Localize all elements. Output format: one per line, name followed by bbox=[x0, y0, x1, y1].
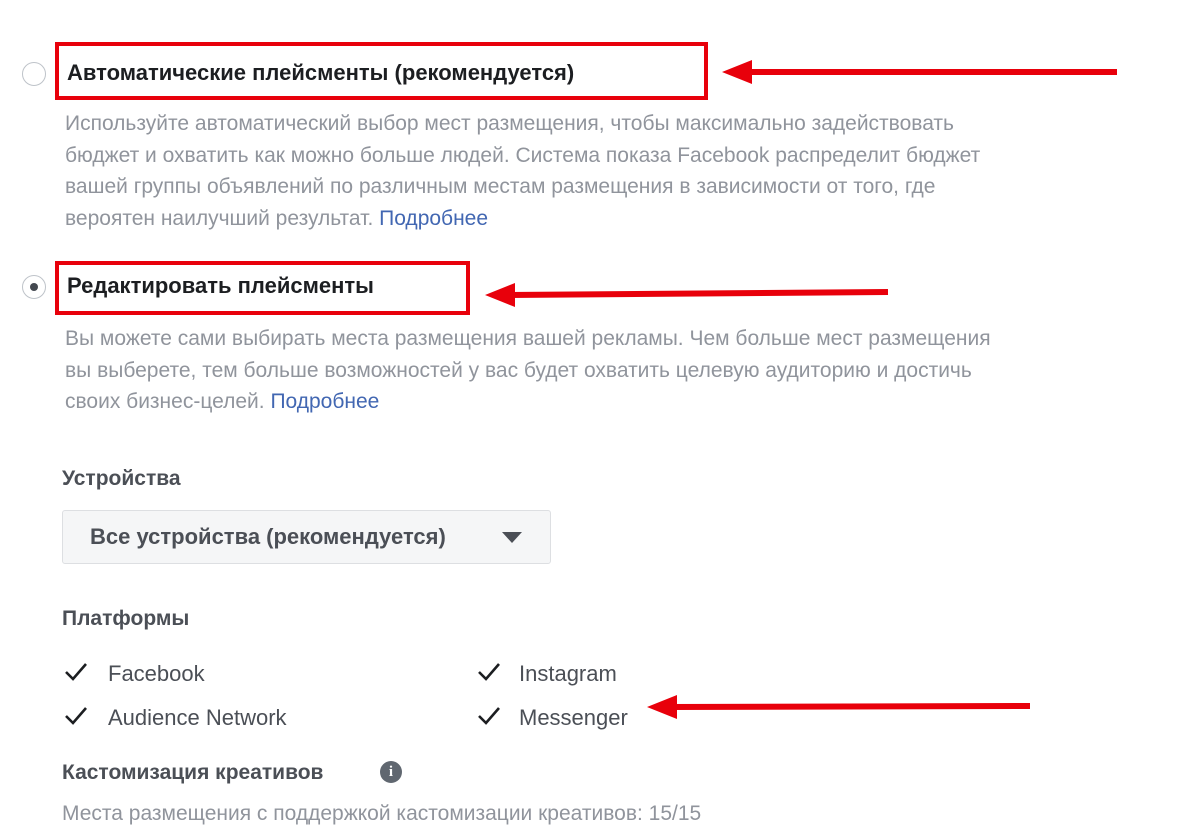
arrow-to-edit bbox=[485, 283, 889, 307]
arrow-to-automatic bbox=[722, 60, 1117, 84]
arrow-to-platforms bbox=[647, 695, 1031, 719]
annotation-arrows bbox=[485, 60, 1117, 719]
